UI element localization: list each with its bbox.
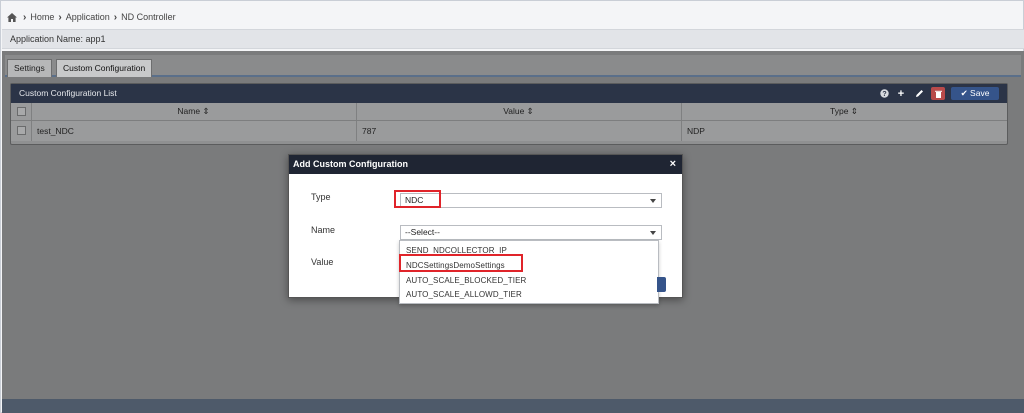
dialog-title: Add Custom Configuration xyxy=(293,159,408,169)
dialog-header: Add Custom Configuration × xyxy=(289,155,682,174)
column-type[interactable]: Type ⇕ xyxy=(681,103,1007,120)
close-icon[interactable]: × xyxy=(670,158,676,170)
save-button[interactable]: ✔ Save xyxy=(951,87,999,100)
name-select[interactable]: --Select-- xyxy=(400,225,662,240)
chevron-down-icon xyxy=(650,231,656,235)
svg-text:?: ? xyxy=(882,91,886,98)
chevron-right-icon: › xyxy=(23,11,27,23)
home-icon[interactable] xyxy=(7,12,17,22)
dropdown-option[interactable]: AUTO_SCALE_ALLOWD_TIER xyxy=(406,290,522,299)
name-dropdown-list: SEND_NDCOLLECTOR_IP NDCSettingsDemoSetti… xyxy=(399,240,659,304)
application-name: Application Name: app1 xyxy=(10,34,106,44)
row-value: 787 xyxy=(362,126,377,136)
trash-icon[interactable] xyxy=(931,87,945,100)
plus-icon[interactable]: + xyxy=(895,87,907,100)
type-highlight-box xyxy=(394,190,441,208)
select-all-checkbox[interactable] xyxy=(17,107,26,116)
row-name: test_NDC xyxy=(37,126,74,136)
breadcrumb: › Home › Application › ND Controller xyxy=(7,11,176,23)
tab-custom-configuration[interactable]: Custom Configuration xyxy=(56,59,153,77)
application-name-bar: Application Name: app1 xyxy=(2,29,1024,49)
chevron-right-icon: › xyxy=(113,11,118,23)
table-header: Name ⇕ Value ⇕ Type ⇕ xyxy=(11,103,1007,121)
panel-header: Custom Configuration List ? + ✔ Save xyxy=(11,84,1007,103)
dialog-submit-button[interactable] xyxy=(657,277,666,292)
dropdown-option[interactable]: AUTO_SCALE_BLOCKED_TIER xyxy=(406,276,526,285)
table-row[interactable]: test_NDC 787 NDP xyxy=(11,121,1007,141)
breadcrumb-nd-controller: ND Controller xyxy=(121,12,176,22)
name-select-value: --Select-- xyxy=(405,227,440,237)
tab-strip: Settings Custom Configuration xyxy=(5,55,1021,77)
row-checkbox[interactable] xyxy=(17,126,26,135)
chevron-right-icon: › xyxy=(58,11,62,23)
name-label: Name xyxy=(311,225,336,235)
help-icon[interactable]: ? xyxy=(878,87,890,100)
footer-bar xyxy=(2,399,1024,413)
app-frame: › Home › Application › ND Controller App… xyxy=(0,0,1024,413)
chevron-down-icon xyxy=(650,199,656,203)
value-label: Value xyxy=(311,257,334,267)
column-value[interactable]: Value ⇕ xyxy=(356,103,681,120)
custom-configuration-panel: Custom Configuration List ? + ✔ Save Nam… xyxy=(10,83,1008,145)
tab-settings[interactable]: Settings xyxy=(7,59,52,77)
breadcrumb-application[interactable]: Application xyxy=(66,12,110,22)
column-name[interactable]: Name ⇕ xyxy=(31,103,356,120)
option-highlight-box xyxy=(399,254,523,272)
pencil-icon[interactable] xyxy=(913,87,925,100)
breadcrumb-home[interactable]: Home xyxy=(30,12,54,22)
type-label: Type xyxy=(311,192,331,202)
panel-title: Custom Configuration List xyxy=(19,88,117,98)
row-type: NDP xyxy=(687,126,705,136)
